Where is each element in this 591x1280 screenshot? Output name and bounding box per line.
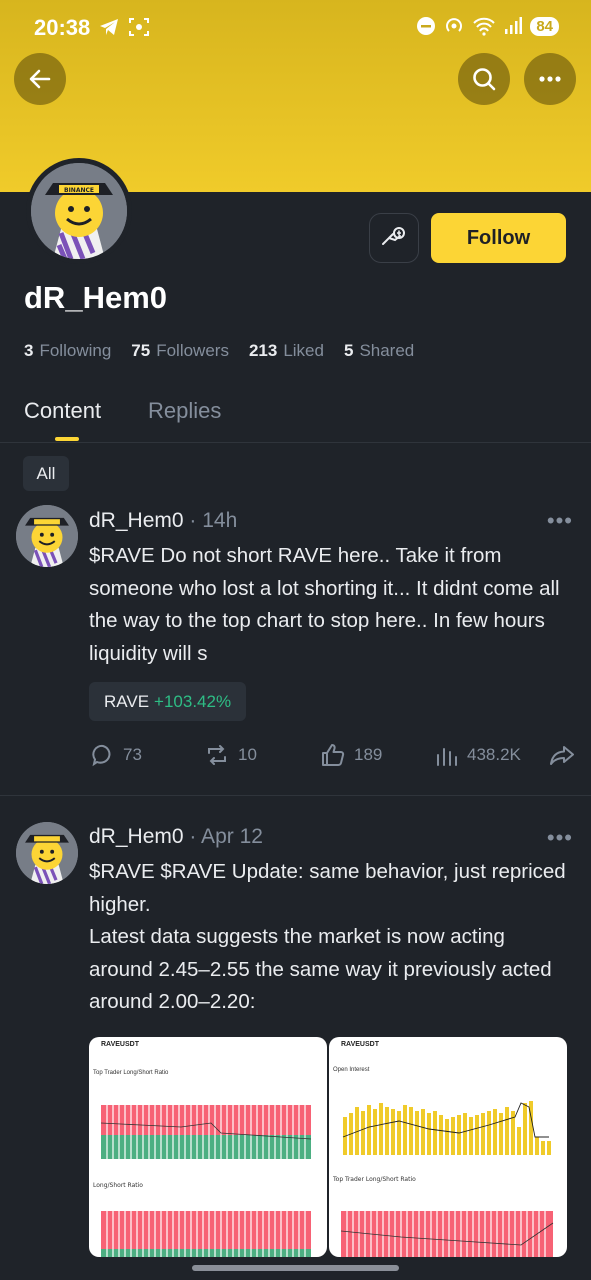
- post-author[interactable]: dR_Hem0 · 14h: [89, 509, 237, 533]
- post-avatar[interactable]: [16, 822, 78, 884]
- post-body[interactable]: $RAVE $RAVE Update: same behavior, just …: [89, 856, 569, 921]
- repost-button[interactable]: 10: [204, 740, 257, 770]
- screenshot-icon: [129, 18, 149, 36]
- dnd-icon: [417, 17, 436, 35]
- views-counter: 438.2K: [435, 740, 521, 770]
- more-button[interactable]: [524, 53, 576, 105]
- coin-tag[interactable]: RAVE +103.42%: [89, 682, 247, 721]
- tip-hand-icon: [382, 227, 405, 245]
- svg-text:BINANCE: BINANCE: [64, 187, 94, 194]
- profile-username: dR_Hem0: [24, 280, 167, 315]
- post-time: · 14h: [189, 509, 238, 532]
- filter-chip-all[interactable]: All: [23, 456, 69, 491]
- status-bar: 20:38 84: [0, 0, 591, 56]
- hotspot-icon: [446, 18, 463, 32]
- thumbs-up-icon: [322, 744, 345, 766]
- tab-content[interactable]: Content: [24, 398, 101, 424]
- open-interest-chart: Top Trader Long/Short Ratio: [332, 1101, 554, 1257]
- post-avatar[interactable]: [16, 505, 78, 567]
- long-short-ratio-chart: Long/Short Ratio: [93, 1105, 312, 1257]
- tip-button[interactable]: [369, 213, 419, 263]
- repost-icon: [208, 745, 226, 765]
- share-icon: [550, 746, 574, 765]
- arrow-left-icon: [29, 69, 51, 89]
- post-author[interactable]: dR_Hem0 · Apr 12: [89, 825, 263, 849]
- search-button[interactable]: [458, 53, 510, 105]
- smiley-avatar-icon: [16, 822, 78, 884]
- more-horizontal-icon: [539, 76, 561, 82]
- views-bars-icon: [437, 748, 457, 766]
- profile-avatar[interactable]: BINANCE: [26, 158, 132, 264]
- home-indicator[interactable]: [192, 1265, 399, 1271]
- tab-replies[interactable]: Replies: [148, 398, 221, 424]
- wifi-icon: [473, 17, 496, 36]
- back-button[interactable]: [14, 53, 66, 105]
- stat-following[interactable]: 3 Following: [24, 341, 111, 361]
- status-right-icons: 84: [416, 16, 559, 36]
- status-left-icons: [98, 17, 150, 37]
- post-image-2[interactable]: RAVEUSDT Open Interest Top Trader Long/S…: [329, 1037, 567, 1257]
- status-time: 20:38: [34, 15, 91, 40]
- post-body[interactable]: $RAVE Do not short RAVE here.. Take it f…: [89, 540, 569, 670]
- signal-icon: [505, 17, 523, 34]
- post-body-continued[interactable]: Latest data suggests the market is now a…: [89, 921, 569, 1019]
- profile-stats: 3 Following 75 Followers 213 Liked 5 Shared: [24, 341, 414, 361]
- post-time: · Apr 12: [189, 825, 263, 848]
- svg-text:Long/Short Ratio: Long/Short Ratio: [93, 1182, 143, 1189]
- comment-button[interactable]: 73: [91, 740, 142, 770]
- comment-icon: [92, 744, 111, 767]
- post-more-icon[interactable]: •••: [547, 508, 573, 534]
- share-button[interactable]: [549, 740, 575, 770]
- smiley-avatar-icon: BINANCE: [31, 163, 127, 259]
- svg-text:Top Trader Long/Short Ratio: Top Trader Long/Short Ratio: [332, 1176, 416, 1183]
- post-divider: [0, 795, 591, 796]
- stat-followers[interactable]: 75 Followers: [131, 341, 229, 361]
- coin-change: +103.42%: [154, 691, 232, 711]
- like-button[interactable]: 189: [320, 740, 382, 770]
- active-tab-indicator: [55, 437, 79, 441]
- post-actions: 73 10 189 438.2K: [0, 740, 591, 770]
- smiley-avatar-icon: [16, 505, 78, 567]
- stat-liked: 213 Liked: [248, 341, 324, 360]
- post-more-icon[interactable]: •••: [547, 825, 573, 851]
- coin-symbol: RAVE: [104, 691, 150, 711]
- content-tabs: Content Replies: [0, 395, 591, 443]
- battery-indicator: 84: [530, 16, 559, 36]
- follow-button[interactable]: Follow: [431, 213, 566, 263]
- search-icon: [473, 68, 496, 91]
- post-image-1[interactable]: RAVEUSDT Top Trader Long/Short Ratio Lon…: [89, 1037, 327, 1257]
- stat-shared: 5 Shared: [343, 341, 415, 360]
- telegram-icon: [100, 19, 118, 35]
